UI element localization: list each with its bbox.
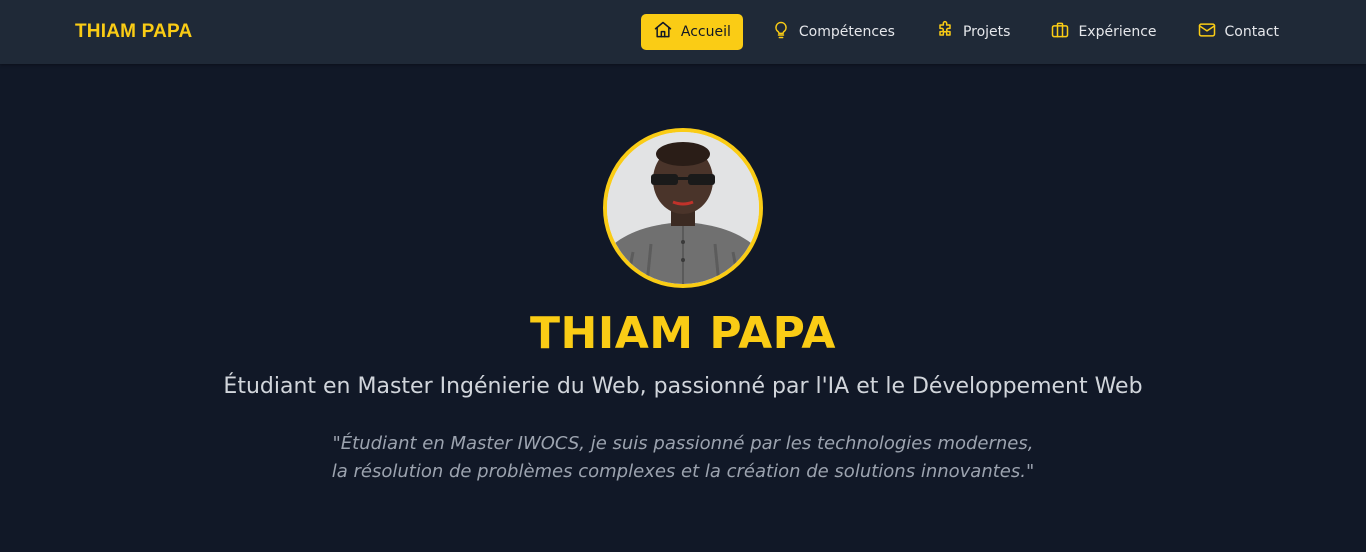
- nav-label-competences: Compétences: [798, 24, 895, 40]
- briefcase-icon: [1050, 20, 1078, 44]
- lightbulb-icon: [771, 20, 799, 44]
- nav-label-experience: Expérience: [1078, 24, 1157, 40]
- hero-quote: "Étudiant en Master IWOCS, je suis passi…: [0, 430, 1366, 486]
- home-icon: [653, 20, 681, 44]
- puzzle-icon: [935, 20, 963, 44]
- nav-item-competences[interactable]: Compétences: [759, 14, 907, 50]
- nav-item-accueil[interactable]: Accueil: [640, 14, 743, 50]
- nav-item-experience[interactable]: Expérience: [1038, 14, 1168, 50]
- nav-label-accueil: Accueil: [680, 24, 731, 40]
- profile-avatar: [603, 128, 763, 288]
- mail-icon: [1197, 20, 1225, 44]
- profile-photo: [607, 132, 759, 284]
- navbar: THIAM PAPA Accueil Compétences Projets E…: [0, 0, 1366, 64]
- hero-name: THIAM PAPA: [530, 308, 836, 359]
- brand-logo[interactable]: THIAM PAPA: [75, 21, 192, 43]
- main-nav: Accueil Compétences Projets Expérience C…: [625, 14, 1291, 50]
- hero-quote-line-2: la résolution de problèmes complexes et …: [331, 461, 1035, 482]
- hero-section: THIAM PAPA Étudiant en Master Ingénierie…: [0, 64, 1366, 552]
- nav-label-contact: Contact: [1224, 24, 1279, 40]
- hero-quote-line-1: "Étudiant en Master IWOCS, je suis passi…: [332, 433, 1034, 454]
- nav-label-projets: Projets: [962, 24, 1011, 40]
- hero-subtitle: Étudiant en Master Ingénierie du Web, pa…: [223, 374, 1143, 399]
- nav-item-projets[interactable]: Projets: [923, 14, 1023, 50]
- nav-item-contact[interactable]: Contact: [1185, 14, 1291, 50]
